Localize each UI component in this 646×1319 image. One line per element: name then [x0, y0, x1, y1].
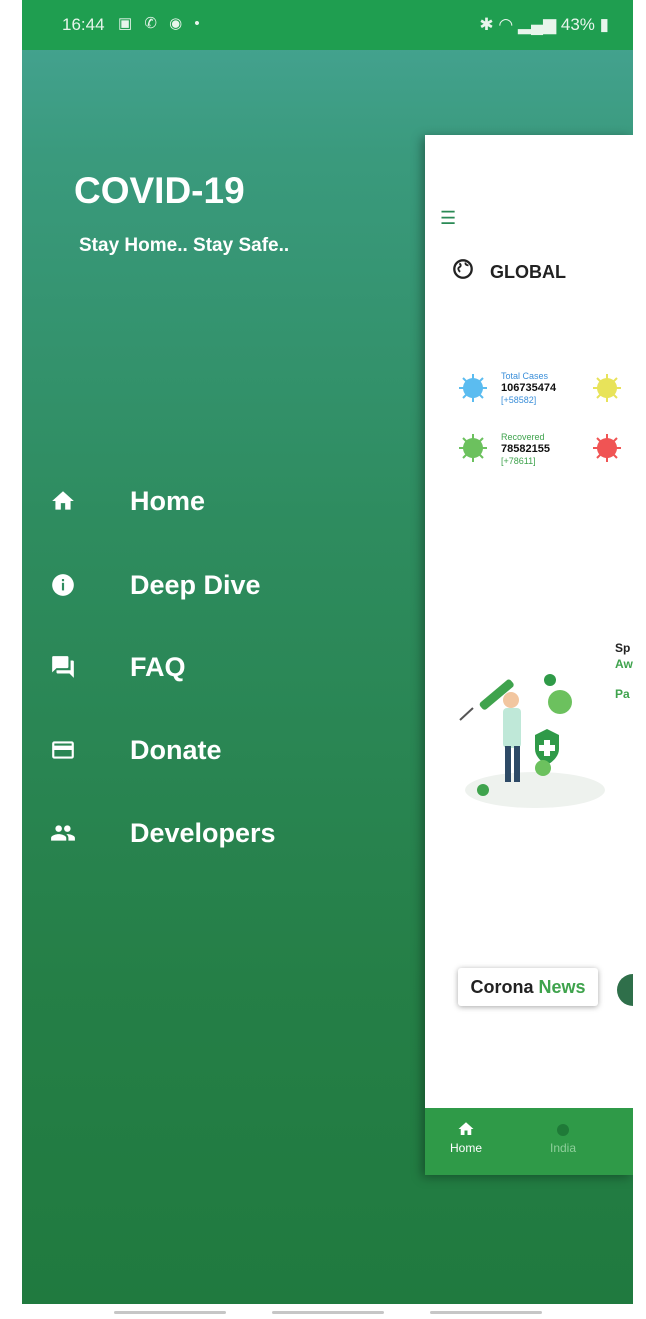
battery-percent: 43% [560, 15, 595, 34]
drawer-item-label: Home [130, 486, 206, 516]
virus-green-icon [459, 434, 487, 462]
drawer-item-faq[interactable]: FAQ [50, 642, 370, 692]
drawer-item-donate[interactable]: Donate [50, 725, 370, 775]
people-icon [51, 825, 75, 841]
awareness-text: Sp Aw Pa [615, 640, 633, 702]
news-title-part1: Corona [470, 977, 534, 997]
nav-label: Home [450, 1141, 483, 1155]
home-icon [52, 491, 74, 510]
global-label: GLOBAL [490, 262, 566, 282]
virus-red-icon [593, 434, 621, 462]
credit-card-icon [52, 741, 74, 759]
stat-value: 78582155 [501, 443, 550, 455]
nav-india[interactable]: India [550, 1122, 576, 1155]
app-title: COVID-19 [74, 170, 245, 211]
status-bar: 16:44 ▣ ✆ ◉ • ✱ ◠ ▂▄▆ 43% ▮ [22, 0, 633, 50]
status-time: 16:44 [62, 15, 105, 34]
virus-yellow-icon [593, 374, 621, 402]
corona-news-card[interactable]: Corona News [458, 968, 598, 1006]
drawer-item-developers[interactable]: Developers [50, 808, 370, 858]
status-right: ✱ ◠ ▂▄▆ 43% ▮ [479, 15, 609, 35]
virus-blue-icon [459, 374, 487, 402]
battery-icon: ▮ [599, 15, 609, 34]
stat-delta: [+78611] [501, 456, 536, 466]
hamburger-menu-icon[interactable]: ☰ [440, 208, 456, 229]
app-subtitle: Stay Home.. Stay Safe.. [79, 235, 290, 256]
awareness-line: Pa [615, 687, 630, 701]
awareness-line: Sp [615, 641, 631, 655]
stat-label: Recovered [501, 432, 545, 442]
phone-screen: 16:44 ▣ ✆ ◉ • ✱ ◠ ▂▄▆ 43% ▮ COVID-19 Sta… [22, 0, 633, 1304]
india-icon [557, 1124, 570, 1136]
stat-total-cases: Total Cases 106735474 [+58582] [501, 370, 556, 406]
drawer-item-home[interactable]: Home [50, 476, 370, 526]
nav-home-button[interactable] [272, 1311, 384, 1314]
news-title-part2: News [538, 977, 586, 997]
home-icon [458, 1122, 474, 1135]
notification-icons: ▣ ✆ ◉ • [118, 15, 204, 32]
awareness-line: Aw [615, 657, 633, 671]
drawer-item-label: FAQ [130, 652, 186, 682]
nav-back-button[interactable] [430, 1311, 542, 1314]
signal-icon: ✱ ◠ ▂▄▆ [479, 15, 561, 34]
stat-delta: [+58582] [501, 395, 537, 405]
nav-label: India [550, 1141, 577, 1155]
drawer-item-deep-dive[interactable]: Deep Dive [50, 560, 370, 610]
system-nav-bar [22, 1304, 633, 1319]
bottom-navigation: Home India [425, 1108, 633, 1175]
forum-icon [52, 656, 74, 678]
news-illustration [617, 974, 633, 1006]
stat-recovered: Recovered 78582155 [+78611] [501, 431, 550, 467]
stat-value: 106735474 [501, 382, 557, 394]
nav-home[interactable]: Home [450, 1120, 482, 1155]
stat-label: Total Cases [501, 371, 549, 381]
drawer-item-label: Developers [130, 818, 276, 848]
drawer-item-label: Donate [130, 735, 222, 765]
main-content-preview[interactable]: ☰ GLOBAL Total Cases 106735474 [+58582] … [425, 135, 633, 1175]
doctor-vaccine-illustration [459, 674, 605, 808]
globe-icon [453, 259, 473, 279]
drawer-item-label: Deep Dive [130, 570, 261, 600]
info-icon [52, 574, 74, 596]
nav-recent-button[interactable] [114, 1311, 226, 1314]
